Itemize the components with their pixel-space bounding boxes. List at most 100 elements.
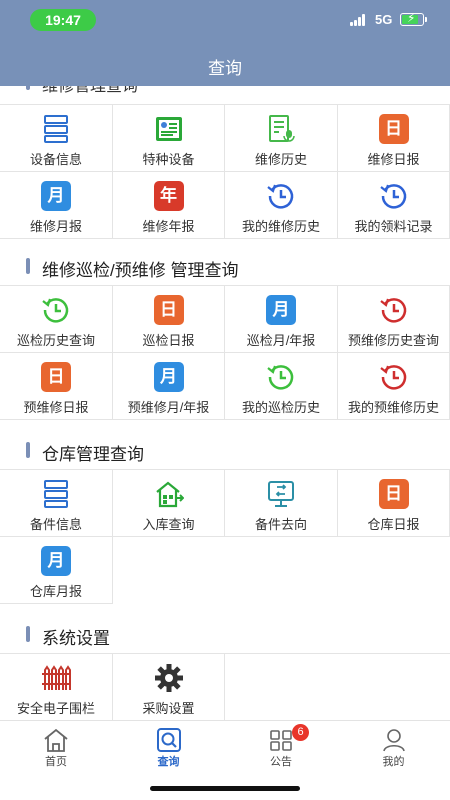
network-type: 5G [375,12,393,27]
section-marker [26,442,30,458]
monthly-report-icon: 月 [266,295,296,325]
menu-item-maintenance-history[interactable]: 维修历史 [225,105,338,172]
daily-report-icon: 日 [378,114,409,144]
menu-item-label: 我的巡检历史 [241,400,320,415]
section-title-system: 系统设置 [0,614,450,654]
notice-count-badge: 6 [292,724,309,741]
section-title-text: 维修管理查询 [42,86,139,95]
menu-item-warehouse-monthly[interactable]: 月 仓库月报 [0,537,113,604]
menu-item-label: 采购设置 [142,701,195,716]
menu-item-electronic-fence[interactable]: 安全电子围栏 [0,654,113,720]
menu-item-label: 仓库日报 [367,517,420,532]
battery-icon: ⚡ [400,11,424,26]
menu-item-label: 巡检月/年报 [246,333,316,348]
home-indicator [150,786,300,791]
tab-mine[interactable]: 我的 [338,721,450,771]
signal-icon [350,14,368,26]
menu-item-spare-destination[interactable]: 备件去向 [225,470,338,537]
menu-item-warehouse-in-query[interactable]: 入库查询 [112,470,225,537]
tab-label: 公告 [270,756,292,768]
menu-item-purchase-settings[interactable]: 采购设置 [113,654,225,720]
section-marker [26,258,30,274]
history-clock-icon [266,362,296,392]
menu-item-label: 仓库月报 [29,584,82,599]
menu-item-my-material-records[interactable]: 我的领料记录 [337,172,450,239]
query-icon [156,727,182,753]
history-clock-icon [379,181,409,211]
menu-item-label: 我的领料记录 [354,219,433,234]
status-bar: 19:47 5G ⚡ [0,0,450,40]
menu-item-label: 特种设备 [142,152,195,167]
menu-item-label: 安全电子围栏 [16,701,95,716]
menu-item-label: 设备信息 [29,152,82,167]
monthly-report-icon: 月 [41,546,71,576]
menu-item-my-maintenance-history[interactable]: 我的维修历史 [225,172,338,239]
daily-report-icon: 日 [378,479,409,509]
menu-item-preventive-monthly-yearly[interactable]: 月 预维修月/年报 [112,353,225,420]
user-icon [381,727,407,753]
menu-item-label: 维修年报 [142,219,195,234]
menu-item-label: 备件去向 [254,517,307,532]
battery-tip [425,17,427,22]
maintenance-history-icon [266,114,296,144]
menu-item-inspection-monthly-yearly[interactable]: 月 巡检月/年报 [225,286,338,353]
home-icon [43,727,69,753]
app-header: 19:47 5G ⚡ 查询 [0,0,450,86]
menu-item-preventive-history[interactable]: 预维修历史查询 [337,286,450,353]
history-clock-icon [379,362,409,392]
menu-item-label: 维修月报 [29,219,82,234]
menu-item-label: 备件信息 [29,517,82,532]
menu-item-label: 巡检历史查询 [16,333,95,348]
section-title-text: 仓库管理查询 [42,445,144,464]
tab-label: 查询 [157,756,180,768]
menu-item-label: 维修历史 [254,152,307,167]
section-title-inspection: 维修巡检/预维修 管理查询 [0,246,450,286]
monthly-report-icon: 月 [41,181,71,211]
menu-item-label: 预维修历史查询 [347,333,439,348]
menu-item-inspection-daily[interactable]: 日 巡检日报 [112,286,225,353]
query-content[interactable]: 维修管理查询 设备信息 特种设备 维修历史 日 维修日报 月 维修月报 年 维修… [0,86,450,720]
tab-notice[interactable]: 6 公告 [225,721,338,771]
section-marker [26,626,30,642]
menu-item-equipment-info[interactable]: 设备信息 [0,105,113,172]
menu-item-maintenance-yearly[interactable]: 年 维修年报 [112,172,225,239]
tab-home[interactable]: 首页 [0,721,113,771]
menu-item-label: 巡检日报 [142,333,195,348]
menu-item-warehouse-daily[interactable]: 日 仓库日报 [337,470,450,537]
history-clock-icon [266,181,296,211]
section-marker [26,86,30,90]
fence-icon [41,663,71,693]
menu-item-my-preventive-history[interactable]: 我的预维修历史 [337,353,450,420]
gear-icon [154,663,184,693]
daily-report-icon: 日 [153,295,184,325]
menu-item-label: 我的维修历史 [241,219,320,234]
page-title: 查询 [208,59,242,78]
daily-report-icon: 日 [41,362,71,392]
menu-item-my-inspection-history[interactable]: 我的巡检历史 [225,353,338,420]
tab-label: 我的 [382,756,405,768]
history-clock-icon [41,295,71,325]
menu-item-label: 维修日报 [367,152,420,167]
section-title-text: 维修巡检/预维修 管理查询 [42,261,239,280]
section-title-text: 系统设置 [42,629,110,648]
menu-item-label: 预维修月/年报 [127,400,210,415]
menu-item-spare-parts-info[interactable]: 备件信息 [0,470,113,537]
notice-grid-icon [268,727,294,753]
special-equipment-icon [154,114,184,144]
menu-item-maintenance-monthly[interactable]: 月 维修月报 [0,172,113,239]
history-clock-icon [379,295,409,325]
menu-item-label: 我的预维修历史 [347,400,439,415]
menu-item-label: 预维修日报 [23,400,89,415]
warehouse-in-icon [154,479,184,509]
status-time: 19:47 [30,9,96,31]
spare-destination-icon [266,479,296,509]
menu-item-label: 入库查询 [142,517,195,532]
menu-item-maintenance-daily[interactable]: 日 维修日报 [337,105,450,172]
server-list-icon [41,479,71,509]
menu-item-preventive-daily[interactable]: 日 预维修日报 [0,353,113,420]
menu-item-special-equipment[interactable]: 特种设备 [112,105,225,172]
tab-query[interactable]: 查询 [113,721,226,771]
section-title-warehouse: 仓库管理查询 [0,430,450,470]
menu-item-inspection-history[interactable]: 巡检历史查询 [0,286,113,353]
tab-label: 首页 [45,756,67,768]
